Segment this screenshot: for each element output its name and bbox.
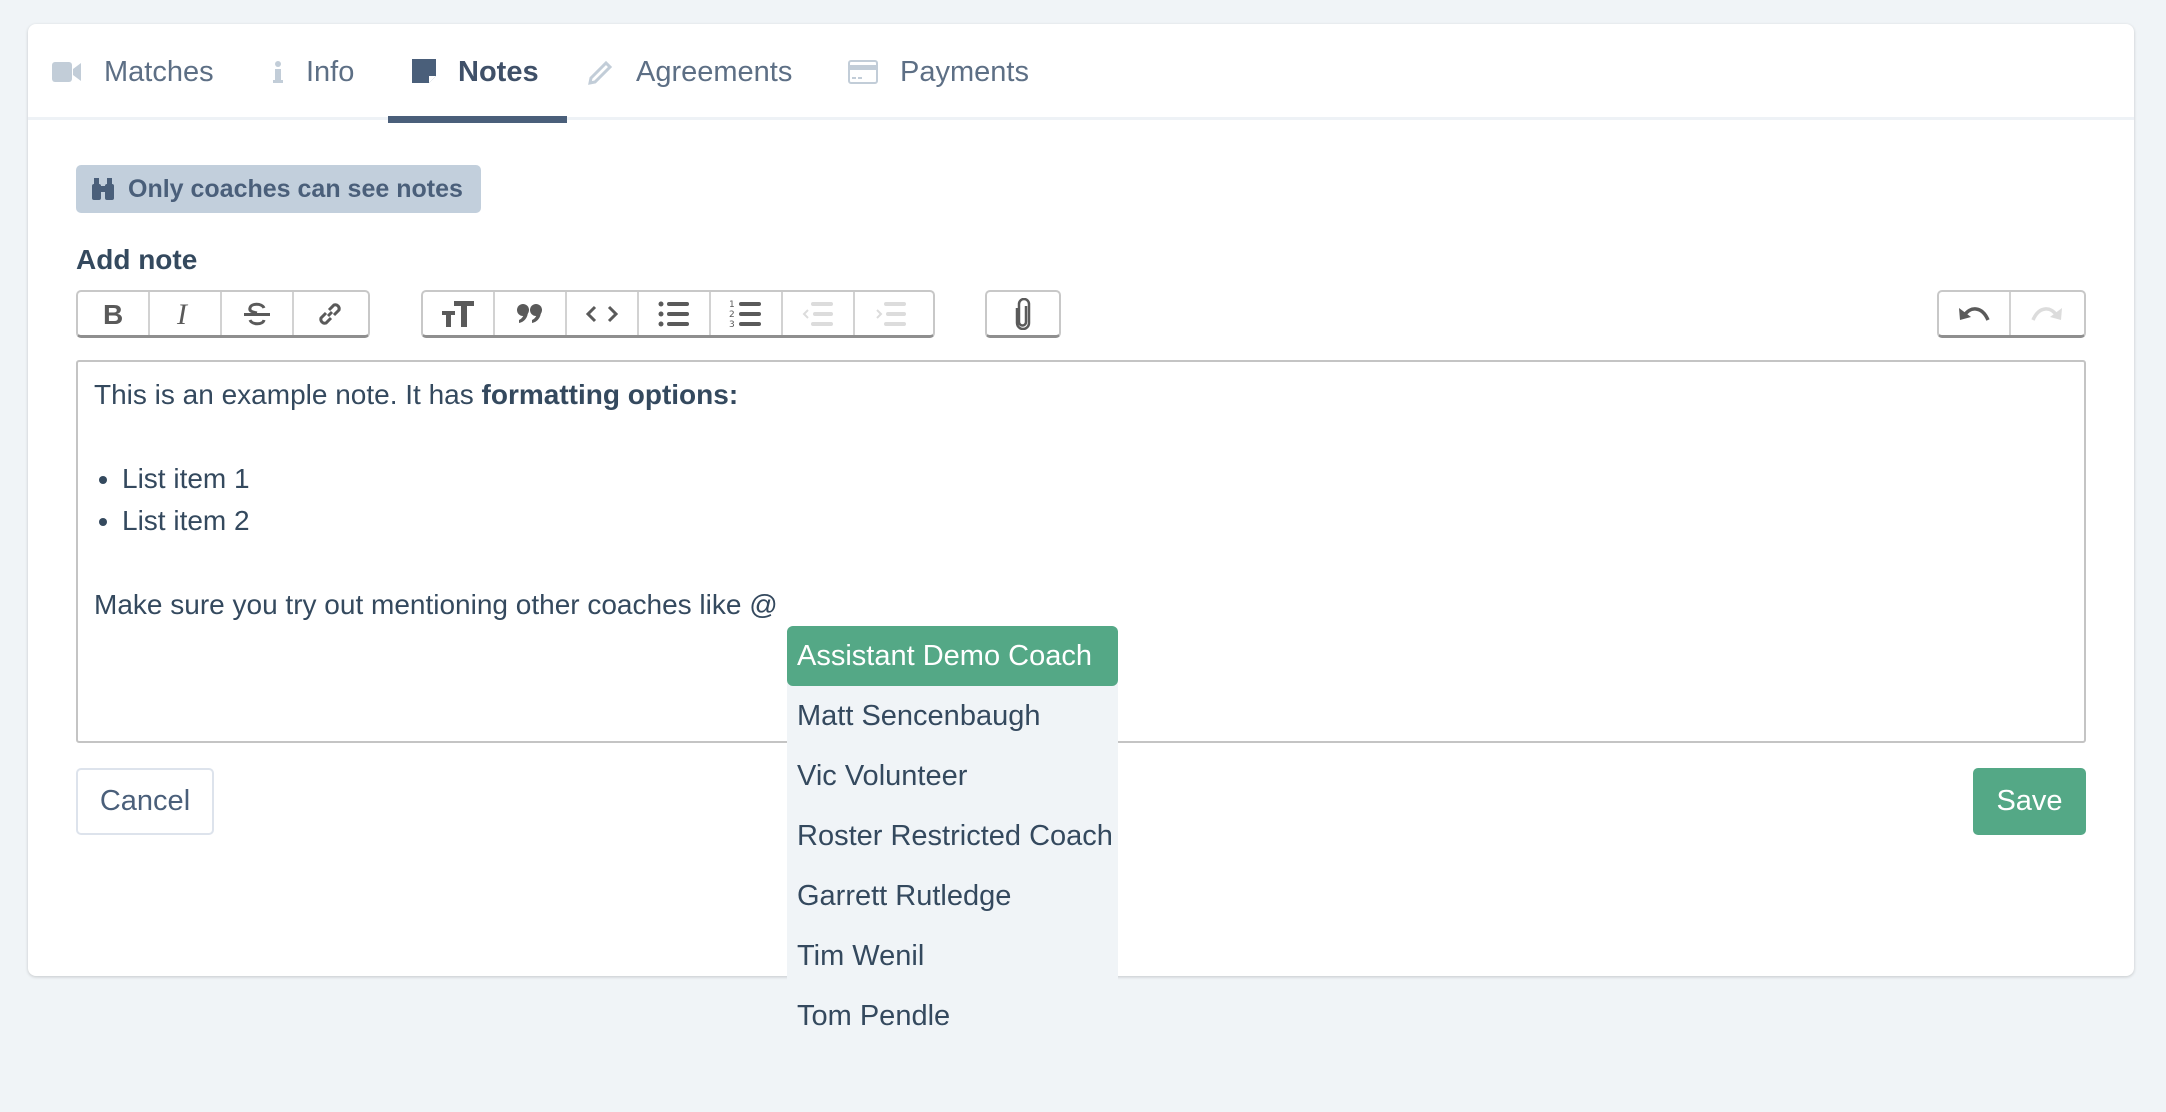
toolbar-history-group xyxy=(1937,290,2086,338)
undo-icon xyxy=(1959,306,1990,321)
cancel-button[interactable]: Cancel xyxy=(76,768,214,835)
editor-bold-text: formatting options: xyxy=(481,379,739,410)
sticky-note-icon xyxy=(412,59,436,85)
tab-label: Payments xyxy=(900,55,1029,88)
tab-notes[interactable]: Notes xyxy=(388,24,567,123)
redo-icon xyxy=(2031,306,2062,321)
numbered-list-icon: 123 xyxy=(729,300,761,329)
editor-bullet-list: List item 1 List item 2 xyxy=(94,458,2068,542)
binoculars-icon xyxy=(90,177,116,201)
toolbar-attach-group xyxy=(985,290,1061,338)
mention-option[interactable]: Assistant Demo Coach xyxy=(787,626,1118,686)
toolbar-text-format-group: B I xyxy=(76,290,370,338)
tab-label: Matches xyxy=(104,55,214,88)
bold-icon: B xyxy=(103,301,123,327)
bold-button[interactable]: B xyxy=(78,292,150,335)
tab-payments[interactable]: Payments xyxy=(848,24,1029,120)
link-button[interactable] xyxy=(294,292,366,335)
heading-icon xyxy=(442,300,474,327)
tab-label: Agreements xyxy=(636,55,793,88)
editor-list-item: List item 2 xyxy=(122,500,2068,542)
code-button[interactable] xyxy=(567,292,639,335)
undo-button[interactable] xyxy=(1939,292,2011,335)
bullet-list-icon xyxy=(658,301,689,326)
mention-option[interactable]: Tim Wenil xyxy=(787,926,1118,986)
add-note-heading: Add note xyxy=(76,244,198,275)
mention-suggestions-menu: Assistant Demo Coach Matt Sencenbaugh Vi… xyxy=(787,626,1118,1046)
increase-indent-icon xyxy=(876,301,906,326)
tab-label: Notes xyxy=(458,55,539,88)
info-icon xyxy=(272,60,284,84)
svg-text:1: 1 xyxy=(729,300,735,310)
mention-option[interactable]: Garrett Rutledge xyxy=(787,866,1118,926)
tab-agreements[interactable]: Agreements xyxy=(588,24,792,120)
toolbar-block-format-group: 123 xyxy=(421,290,935,338)
tab-label: Info xyxy=(306,55,355,88)
svg-text:I: I xyxy=(176,301,189,327)
code-icon xyxy=(585,305,619,322)
save-button[interactable]: Save xyxy=(1973,768,2086,835)
mention-option[interactable]: Roster Restricted Coach xyxy=(787,806,1118,866)
italic-icon: I xyxy=(176,301,189,327)
svg-text:3: 3 xyxy=(729,320,735,329)
tab-matches[interactable]: Matches xyxy=(52,24,214,120)
strikethrough-icon xyxy=(244,302,270,325)
svg-text:2: 2 xyxy=(729,310,735,320)
increase-indent-button[interactable] xyxy=(855,292,927,335)
editor-line: Make sure you try out mentioning other c… xyxy=(94,589,778,620)
mention-option[interactable]: Matt Sencenbaugh xyxy=(787,686,1118,746)
svg-text:B: B xyxy=(103,301,123,327)
quote-icon xyxy=(517,303,542,323)
bullet-list-button[interactable] xyxy=(639,292,711,335)
credit-card-icon xyxy=(848,60,878,84)
decrease-indent-icon xyxy=(802,301,833,326)
editor-list-item: List item 1 xyxy=(122,458,2068,500)
video-camera-icon xyxy=(52,61,82,83)
editor-line: This is an example note. It has formatti… xyxy=(94,374,2068,416)
pencil-icon xyxy=(588,59,614,85)
quote-button[interactable] xyxy=(495,292,567,335)
link-icon xyxy=(319,302,341,325)
visibility-badge: Only coaches can see notes xyxy=(76,165,481,213)
numbered-list-button[interactable]: 123 xyxy=(711,292,783,335)
heading-button[interactable] xyxy=(423,292,495,335)
mention-option[interactable]: Tom Pendle xyxy=(787,986,1118,1046)
tab-info[interactable]: Info xyxy=(272,24,354,120)
decrease-indent-button[interactable] xyxy=(783,292,855,335)
editor-text: This is an example note. It has xyxy=(94,379,482,410)
strikethrough-button[interactable] xyxy=(222,292,294,335)
visibility-badge-text: Only coaches can see notes xyxy=(128,174,463,203)
italic-button[interactable]: I xyxy=(150,292,222,335)
redo-button[interactable] xyxy=(2011,292,2083,335)
attachment-button[interactable] xyxy=(987,292,1059,335)
mention-option[interactable]: Vic Volunteer xyxy=(787,746,1118,806)
paperclip-icon xyxy=(1015,297,1031,330)
tab-bar: Matches Info Notes Agreements Payments xyxy=(28,24,2134,123)
